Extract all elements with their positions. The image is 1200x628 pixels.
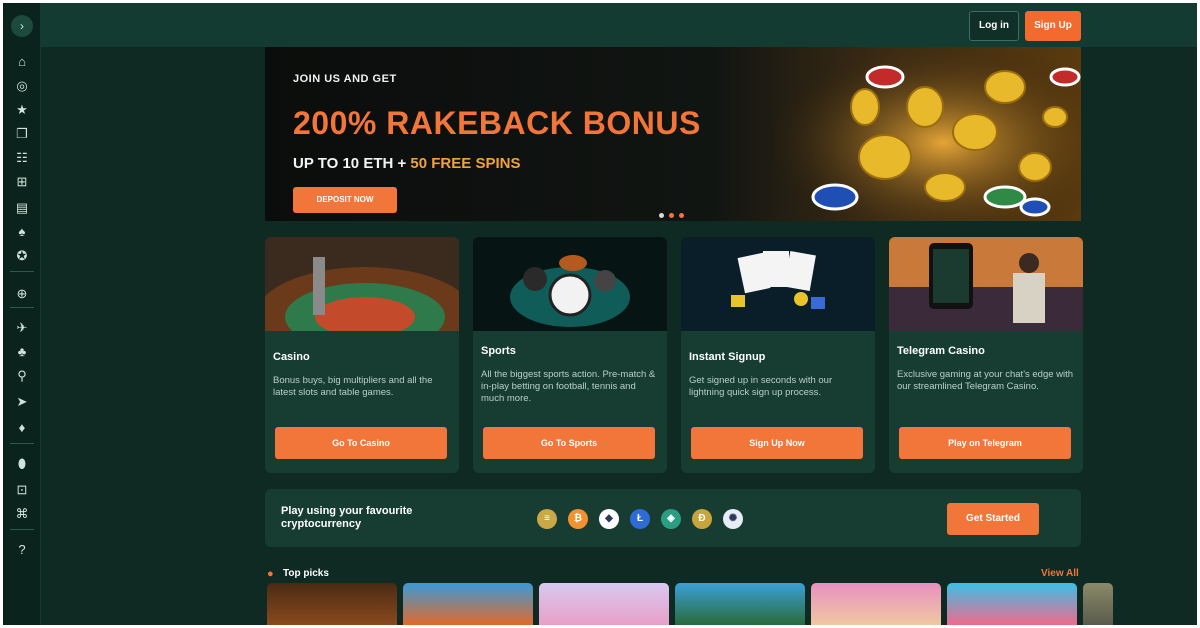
go-to-sports-button[interactable]: Go To Sports (483, 427, 655, 459)
fire-icon: ● (267, 568, 274, 580)
view-all-link[interactable]: View All (1041, 568, 1079, 579)
badge-icon[interactable]: ✪ (12, 247, 32, 265)
gold-coin-icon: ≡ (537, 509, 557, 529)
card-description: All the biggest sports action. Pre-match… (481, 369, 656, 404)
banner-subtitle-highlight: 50 FREE SPINS (410, 155, 521, 172)
users-icon[interactable]: ☷ (12, 149, 32, 167)
runner-icon[interactable]: ✈ (12, 319, 32, 337)
card-description: Exclusive gaming at your chat's edge wit… (897, 369, 1074, 392)
sports-ball-icon[interactable]: ⊕ (12, 285, 32, 303)
sidebar-divider (10, 443, 34, 444)
card-title: Instant Signup (689, 351, 766, 363)
litecoin-icon: Ł (630, 509, 650, 529)
sports-balls-image (473, 237, 667, 331)
banner-kicker: JOIN US AND GET (293, 73, 397, 85)
signup-button[interactable]: Sign Up (1025, 11, 1081, 41)
tennis-icon[interactable]: ♣ (12, 343, 32, 361)
carousel-dot[interactable] (659, 213, 664, 218)
go-to-casino-button[interactable]: Go To Casino (275, 427, 447, 459)
coins-chips-illustration (775, 47, 1081, 221)
banner-carousel-dots (659, 205, 689, 221)
sidebar-divider (10, 307, 34, 308)
telegram-casino-card: Telegram Casino Exclusive gaming at your… (889, 237, 1083, 473)
gift-icon[interactable]: ⊞ (12, 173, 32, 191)
crypto-strip: Play using your favourite cryptocurrency… (265, 489, 1081, 547)
card-description: Get signed up in seconds with our lightn… (689, 375, 833, 398)
sidebar: › ⌂ ◎ ★ ❐ ☷ ⊞ ▤ ♠ ✪ ⊕ ✈ ♣ ⚲ ➤ ♦ ⬮ ⊡ ⌘? (3, 3, 41, 625)
sign-up-now-button[interactable]: Sign Up Now (691, 427, 863, 459)
sidebar-divider (10, 529, 34, 530)
sidebar-divider (10, 271, 34, 272)
star-icon[interactable]: ★ (12, 101, 32, 119)
search-icon[interactable]: ⚲ (12, 367, 32, 385)
sidebar-toggle-icon[interactable]: › (11, 15, 33, 37)
casino-card: Casino Bonus buys, big multipliers and a… (265, 237, 459, 473)
game-thumbnail[interactable] (539, 583, 669, 625)
ethereum-icon: ◆ (599, 509, 619, 529)
game-thumbnail[interactable] (403, 583, 533, 625)
banner-subtitle: UP TO 10 ETH + 50 FREE SPINS (293, 155, 520, 172)
card-description: Bonus buys, big multipliers and all the … (273, 375, 433, 398)
shield-icon[interactable]: ⬮ (12, 455, 32, 473)
dogecoin-icon: Ð (692, 509, 712, 529)
network-icon[interactable]: ⌘ (12, 505, 32, 523)
cards-dice-image (681, 237, 875, 331)
bitcoin-icon: ₿ (568, 509, 588, 529)
home-icon[interactable]: ⌂ (12, 53, 32, 71)
game-thumbnail[interactable] (267, 583, 397, 625)
card-title: Sports (481, 345, 516, 357)
sports-card: Sports All the biggest sports action. Pr… (473, 237, 667, 473)
roulette-image (265, 237, 459, 331)
cardano-icon: ✺ (723, 509, 743, 529)
banner-subtitle-prefix: UP TO 10 ETH + (293, 155, 411, 172)
deposit-now-button[interactable]: DEPOSIT NOW (293, 187, 397, 213)
game-thumbnail[interactable] (675, 583, 805, 625)
community-icon[interactable]: ♦ (12, 419, 32, 437)
get-started-button[interactable]: Get Started (947, 503, 1039, 535)
telegram-phone-image (889, 237, 1083, 331)
carousel-dot[interactable] (679, 213, 684, 218)
chip-icon[interactable]: ◎ (12, 77, 32, 95)
app-frame: › ⌂ ◎ ★ ❐ ☷ ⊞ ▤ ♠ ✪ ⊕ ✈ ♣ ⚲ ➤ ♦ ⬮ ⊡ ⌘? Log in Sign Up JOI… (3, 3, 1197, 625)
telegram-icon[interactable]: ➤ (12, 393, 32, 411)
card-title: Casino (273, 351, 310, 363)
card-title: Telegram Casino (897, 345, 985, 357)
game-thumbnail[interactable] (947, 583, 1077, 625)
spade-icon[interactable]: ♠ (12, 223, 32, 241)
tether-icon: ◈ (661, 509, 681, 529)
game-thumbnail[interactable] (811, 583, 941, 625)
carousel-dot[interactable] (669, 213, 674, 218)
cube-icon[interactable]: ❐ (12, 125, 32, 143)
promo-banner[interactable]: JOIN US AND GET 200% RAKEBACK BONUS UP T… (265, 47, 1081, 221)
banner-title: 200% RAKEBACK BONUS (293, 105, 701, 141)
top-header: Log in Sign Up (41, 3, 1197, 47)
help-icon[interactable]: ? (12, 541, 32, 559)
crypto-text: Play using your favourite cryptocurrency (281, 505, 413, 530)
login-button[interactable]: Log in (969, 11, 1019, 41)
game-thumbnail[interactable] (1083, 583, 1113, 625)
cards-icon[interactable]: ▤ (12, 199, 32, 217)
instant-signup-card: Instant Signup Get signed up in seconds … (681, 237, 875, 473)
lock-icon[interactable]: ⊡ (12, 481, 32, 499)
top-picks-title: Top picks (283, 568, 329, 579)
play-on-telegram-button[interactable]: Play on Telegram (899, 427, 1071, 459)
